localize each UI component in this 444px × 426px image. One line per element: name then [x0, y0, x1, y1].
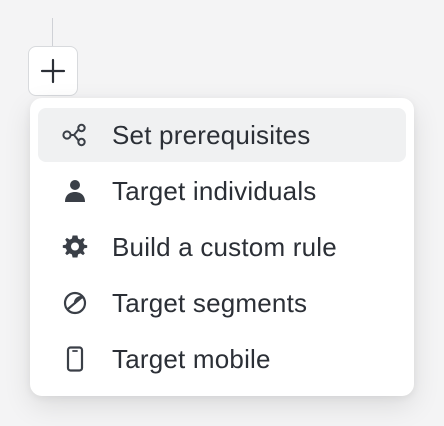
menu-item-label: Build a custom rule: [112, 232, 337, 262]
gear-icon: [60, 232, 90, 262]
page: Set prerequisites Target individuals Bui…: [0, 0, 444, 426]
menu-item-label: Target individuals: [112, 176, 317, 206]
menu-item-target-individuals[interactable]: Target individuals: [38, 164, 406, 218]
mobile-icon: [60, 344, 90, 374]
menu-item-set-prerequisites[interactable]: Set prerequisites: [38, 108, 406, 162]
person-icon: [60, 176, 90, 206]
add-rule-menu: Set prerequisites Target individuals Bui…: [30, 98, 414, 396]
segments-icon: [60, 288, 90, 318]
menu-item-label: Target mobile: [112, 344, 271, 374]
menu-item-target-segments[interactable]: Target segments: [38, 276, 406, 330]
menu-item-target-mobile[interactable]: Target mobile: [38, 332, 406, 386]
menu-item-label: Target segments: [112, 288, 308, 318]
prerequisites-icon: [60, 120, 90, 150]
add-rule-button[interactable]: [28, 46, 78, 96]
flow-connector-line: [52, 18, 53, 46]
menu-item-build-custom-rule[interactable]: Build a custom rule: [38, 220, 406, 274]
menu-item-label: Set prerequisites: [112, 120, 311, 150]
plus-icon: [40, 58, 66, 84]
